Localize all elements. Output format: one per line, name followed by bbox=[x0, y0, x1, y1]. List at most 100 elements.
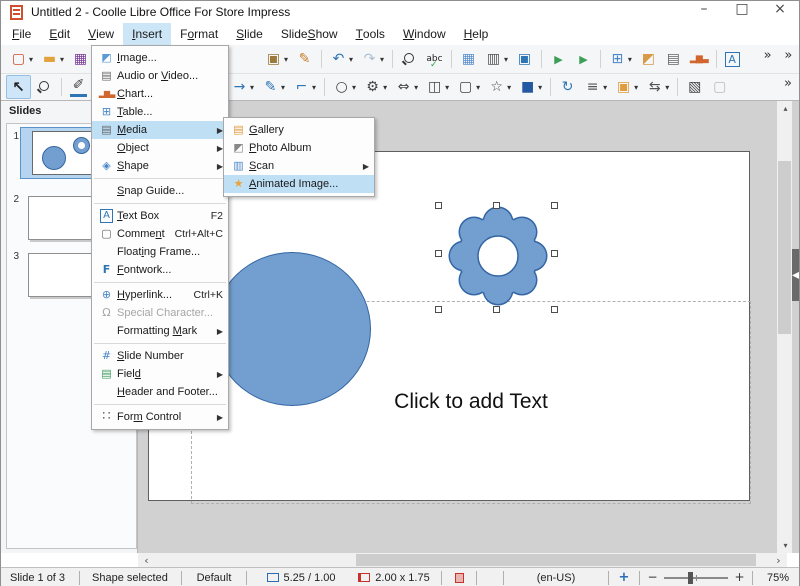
menu-item-floating-frame[interactable]: Floating Frame... bbox=[92, 243, 228, 261]
shadow-button[interactable]: ▧ bbox=[683, 75, 706, 99]
display-views-button[interactable]: ▥ bbox=[482, 47, 511, 71]
arrange-button[interactable]: ▣ bbox=[612, 75, 641, 99]
menu-item-form-control[interactable]: ∷ Form Control ▶ bbox=[92, 408, 228, 426]
selection-handle-ne[interactable] bbox=[551, 202, 558, 209]
menu-item-chart[interactable]: ▂▆▃ Chart... bbox=[92, 85, 228, 103]
submenu-item-scan[interactable]: ▥ Scan ▶ bbox=[224, 157, 374, 175]
fit-slide-icon[interactable]: + bbox=[613, 569, 635, 586]
vertical-scrollbar-thumb[interactable] bbox=[778, 161, 791, 334]
selection-handle-n[interactable] bbox=[493, 202, 500, 209]
menu-item-formatting-mark[interactable]: Formatting Mark ▶ bbox=[92, 322, 228, 340]
insert-table-button[interactable]: ⊞ bbox=[606, 47, 635, 71]
insert-media-button[interactable]: ▤ bbox=[662, 47, 685, 71]
submenu-item-animated-image[interactable]: ★ Animated Image... bbox=[224, 175, 374, 193]
undo-button[interactable]: ↶ bbox=[327, 47, 356, 71]
menu-item-header-and-footer[interactable]: Header and Footer... bbox=[92, 383, 228, 401]
menu-item-comment[interactable]: ▢ Comment Ctrl+Alt+C bbox=[92, 225, 228, 243]
menu-item-table[interactable]: ⊞ Table... bbox=[92, 103, 228, 121]
toolbar-options-icon[interactable]: » bbox=[778, 47, 798, 71]
flower-shape[interactable] bbox=[446, 204, 550, 308]
menu-window[interactable]: Window bbox=[394, 23, 455, 45]
menu-item-shape[interactable]: ◈ Shape ▶ bbox=[92, 157, 228, 175]
insert-textbox-button[interactable]: A bbox=[722, 47, 743, 71]
zoom-in-icon[interactable]: + bbox=[731, 569, 748, 586]
distribute-button[interactable]: ⇆ bbox=[643, 75, 672, 99]
menu-item-field[interactable]: ▤ Field ▶ bbox=[92, 365, 228, 383]
display-grid-button[interactable]: ▦ bbox=[457, 47, 480, 71]
menu-item-slide-number[interactable]: # Slide Number bbox=[92, 347, 228, 365]
lines-arrows-button[interactable]: → bbox=[228, 75, 257, 99]
selection-handle-e[interactable] bbox=[551, 250, 558, 257]
menu-slide[interactable]: Slide bbox=[227, 23, 272, 45]
menu-help[interactable]: Help bbox=[455, 23, 498, 45]
new-button[interactable]: ▢ bbox=[7, 47, 36, 71]
drawing-options-icon[interactable]: » bbox=[778, 75, 798, 99]
menu-slide-show[interactable]: Slide Show bbox=[272, 23, 347, 45]
stars-banners-button[interactable]: ☆ bbox=[485, 75, 514, 99]
submenu-item-gallery[interactable]: ▤ Gallery bbox=[224, 121, 374, 139]
close-icon[interactable]: × bbox=[761, 1, 799, 23]
menu-item-text-box[interactable]: A Text Box F2 bbox=[92, 207, 228, 225]
vscroll-up-icon[interactable]: ▴ bbox=[777, 101, 794, 116]
horizontal-scrollbar[interactable]: ‹ › bbox=[138, 553, 787, 567]
paste-button[interactable]: ▣ bbox=[262, 47, 291, 71]
sidebar-grip[interactable]: ◂ bbox=[792, 249, 799, 301]
vertical-scrollbar[interactable]: ▴ ▾ bbox=[777, 101, 792, 553]
menu-insert[interactable]: Insert bbox=[123, 23, 171, 45]
selection-handle-nw[interactable] bbox=[435, 202, 442, 209]
selection-handle-se[interactable] bbox=[551, 306, 558, 313]
menu-item-hyperlink[interactable]: ⊕ Hyperlink... Ctrl+K bbox=[92, 286, 228, 304]
zoom-slider-thumb[interactable] bbox=[688, 572, 693, 584]
menu-item-fontwork[interactable]: F Fontwork... bbox=[92, 261, 228, 279]
connectors-button[interactable]: ⌐ bbox=[290, 75, 319, 99]
find-replace-button[interactable] bbox=[398, 47, 421, 71]
selection-handle-s[interactable] bbox=[493, 306, 500, 313]
status-modified[interactable] bbox=[446, 573, 472, 583]
ellipse-shape[interactable] bbox=[213, 252, 371, 406]
open-button[interactable]: ▬ bbox=[38, 47, 67, 71]
menu-item-media[interactable]: ▤ Media ▶ bbox=[92, 121, 228, 139]
menu-file[interactable]: File bbox=[3, 23, 40, 45]
selection-handle-w[interactable] bbox=[435, 250, 442, 257]
hscroll-left-icon[interactable]: ‹ bbox=[138, 553, 155, 567]
align-button[interactable]: ≡ bbox=[581, 75, 610, 99]
flowchart-button[interactable]: ◫ bbox=[423, 75, 452, 99]
callouts-button[interactable]: ▢ bbox=[454, 75, 483, 99]
block-arrows-button[interactable]: ⇔ bbox=[392, 75, 421, 99]
menu-tools[interactable]: Tools bbox=[347, 23, 394, 45]
insert-image-button[interactable]: ◩ bbox=[637, 47, 660, 71]
menu-item-audio-or-video[interactable]: ▤ Audio or Video... bbox=[92, 67, 228, 85]
zoom-out-icon[interactable]: − bbox=[644, 569, 661, 586]
overflow-icon[interactable]: » bbox=[758, 47, 778, 71]
maximize-icon[interactable]: □ bbox=[723, 1, 761, 23]
status-language[interactable]: (en-US) bbox=[508, 572, 604, 584]
selection-handle-sw[interactable] bbox=[435, 306, 442, 313]
menu-edit[interactable]: Edit bbox=[40, 23, 79, 45]
clone-formatting-button[interactable]: ✎ bbox=[293, 47, 316, 71]
symbol-shapes-button[interactable]: ⚙ bbox=[361, 75, 390, 99]
basic-shapes-button[interactable]: ○ bbox=[330, 75, 359, 99]
select-button[interactable]: ↖ bbox=[6, 75, 31, 99]
hscroll-right-icon[interactable]: › bbox=[770, 553, 787, 567]
status-template[interactable]: Default bbox=[186, 572, 242, 584]
minimize-icon[interactable]: – bbox=[685, 1, 723, 23]
menu-view[interactable]: View bbox=[79, 23, 123, 45]
redo-button[interactable]: ↷ bbox=[358, 47, 387, 71]
start-current-slide-button[interactable]: ▶ bbox=[572, 47, 595, 71]
interaction-button[interactable]: ✐ bbox=[67, 75, 90, 99]
zoom-slider[interactable] bbox=[664, 577, 728, 579]
zoom-button[interactable] bbox=[33, 75, 56, 99]
start-first-slide-button[interactable]: ▶ bbox=[547, 47, 570, 71]
3d-objects-button[interactable]: ■ bbox=[516, 75, 545, 99]
menu-item-object[interactable]: Object ▶ bbox=[92, 139, 228, 157]
menu-format[interactable]: Format bbox=[171, 23, 227, 45]
menu-item-snap-guide[interactable]: Snap Guide... bbox=[92, 182, 228, 200]
submenu-item-photo-album[interactable]: ◩ Photo Album bbox=[224, 139, 374, 157]
curves-polygons-button[interactable]: ✎ bbox=[259, 75, 288, 99]
spelling-button[interactable]: abc bbox=[423, 47, 446, 71]
rotate-button[interactable]: ↻ bbox=[556, 75, 579, 99]
menu-item-image[interactable]: ◩ Image... bbox=[92, 49, 228, 67]
master-slide-button[interactable]: ▣ bbox=[513, 47, 536, 71]
horizontal-scrollbar-thumb[interactable] bbox=[356, 554, 756, 566]
insert-chart-button[interactable]: ▂▆▃ bbox=[687, 47, 711, 71]
